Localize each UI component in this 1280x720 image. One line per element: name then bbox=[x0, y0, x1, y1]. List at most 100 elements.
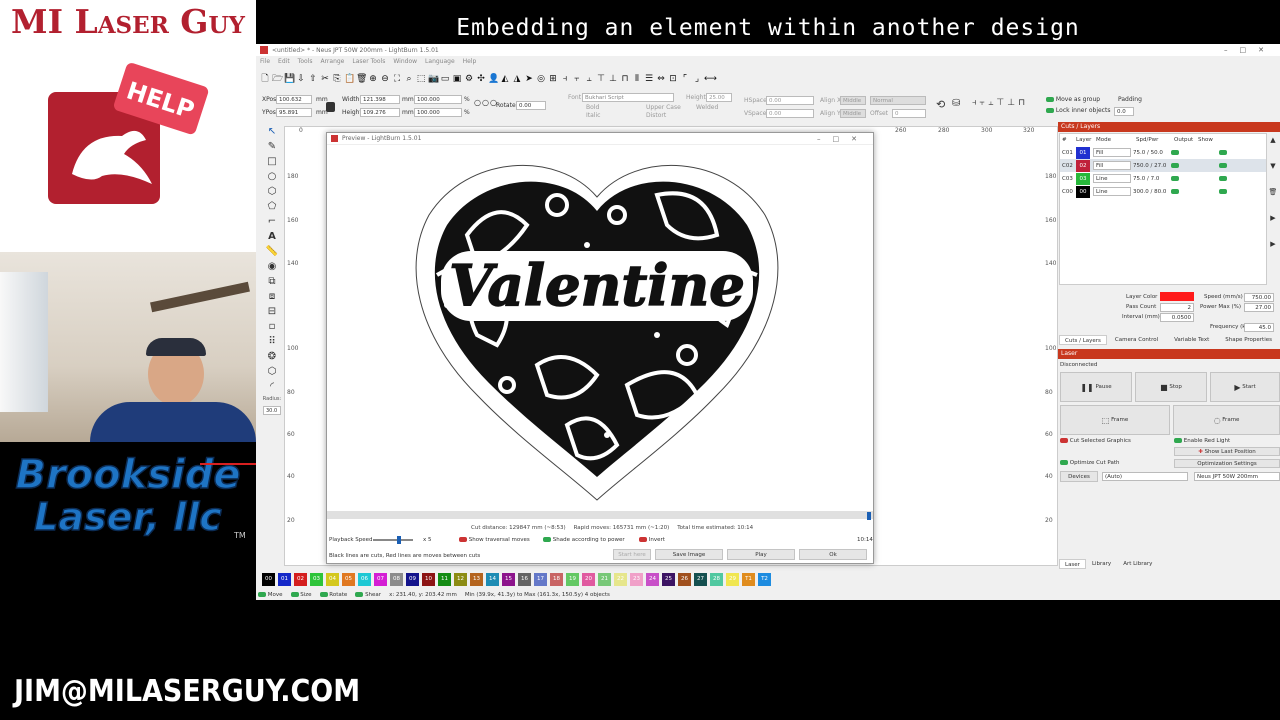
move-together-icon[interactable]: ⇔ bbox=[656, 74, 666, 84]
mirror-h-icon[interactable]: ◭ bbox=[500, 74, 510, 84]
frame-select-icon[interactable]: ⬚ bbox=[416, 74, 426, 84]
start-button[interactable]: ▶ Start bbox=[1210, 372, 1280, 402]
palette-swatch-19[interactable]: 19 bbox=[566, 573, 579, 586]
palette-swatch-24[interactable]: 24 bbox=[646, 573, 659, 586]
gear-icon[interactable]: ⚙ bbox=[464, 74, 474, 84]
show-toggle[interactable] bbox=[1219, 149, 1227, 155]
align-top-icon[interactable]: ⊤ bbox=[596, 74, 606, 84]
mode-select[interactable]: Fill bbox=[1093, 161, 1131, 170]
lock-inner-option[interactable]: Lock inner objects bbox=[1046, 107, 1110, 114]
mode-select[interactable]: Line bbox=[1093, 187, 1131, 196]
show-toggle[interactable] bbox=[1219, 162, 1227, 168]
vspace-input[interactable]: 0.00 bbox=[766, 109, 814, 118]
export-icon[interactable]: ⇧ bbox=[308, 74, 318, 84]
move-down-icon[interactable]: ▼ bbox=[1270, 162, 1275, 170]
palette-swatch-10[interactable]: 10 bbox=[422, 573, 435, 586]
menu-tools[interactable]: Tools bbox=[298, 58, 313, 68]
trash-icon[interactable]: 🗑 bbox=[1269, 188, 1278, 196]
palette-swatch-23[interactable]: 23 bbox=[630, 573, 643, 586]
open-file-icon[interactable]: 🗁 bbox=[272, 74, 283, 84]
tab-laser[interactable]: Laser bbox=[1059, 559, 1086, 569]
menu-laser-tools[interactable]: Laser Tools bbox=[352, 58, 385, 68]
import-icon[interactable]: ⇩ bbox=[296, 74, 306, 84]
palette-swatch-16[interactable]: 16 bbox=[518, 573, 531, 586]
palette-swatch-05[interactable]: 05 bbox=[342, 573, 355, 586]
ellipse-tool-icon[interactable]: ○ bbox=[268, 171, 277, 182]
tab-shape-properties[interactable]: Shape Properties bbox=[1217, 335, 1280, 345]
arrow-right-icon[interactable]: ▶ bbox=[1270, 214, 1275, 222]
aligny-select[interactable]: Middle bbox=[840, 109, 866, 118]
preview-progress-thumb[interactable] bbox=[867, 512, 871, 520]
tab-camera-control[interactable]: Camera Control bbox=[1107, 335, 1166, 345]
pass-count-input[interactable]: 2 bbox=[1160, 303, 1194, 312]
tab-cuts-layers[interactable]: Cuts / Layers bbox=[1059, 335, 1107, 345]
zoom-page-icon[interactable]: ⌕ bbox=[404, 74, 414, 84]
palette-swatch-15[interactable]: 15 bbox=[502, 573, 515, 586]
arrow-right2-icon[interactable]: ▶ bbox=[1270, 240, 1275, 248]
output-toggle[interactable] bbox=[1171, 175, 1179, 181]
status-move[interactable]: Move bbox=[258, 592, 283, 598]
optimize-cut-path-toggle[interactable]: Optimize Cut Path bbox=[1060, 460, 1119, 466]
zoom-in-icon[interactable]: ⊕ bbox=[368, 74, 378, 84]
move-group-option[interactable]: Move as group bbox=[1046, 96, 1100, 103]
playback-slider-thumb[interactable] bbox=[397, 536, 401, 544]
boolean-int-icon[interactable]: ⊟ bbox=[268, 306, 276, 317]
frame-circle-button[interactable]: ◌ Frame bbox=[1173, 405, 1280, 435]
bold-checkbox[interactable]: Bold bbox=[586, 104, 599, 111]
palette-swatch-28[interactable]: 28 bbox=[710, 573, 723, 586]
playback-slider[interactable] bbox=[373, 536, 413, 544]
save-icon[interactable]: 💾 bbox=[284, 74, 295, 84]
shade-power-toggle[interactable]: Shade according to power bbox=[543, 537, 625, 543]
device-select[interactable]: Neus JPT 50W 200mm bbox=[1194, 472, 1280, 481]
menu-edit[interactable]: Edit bbox=[278, 58, 290, 68]
devices-button[interactable]: Devices bbox=[1060, 471, 1098, 482]
rotate-input[interactable]: 0.00 bbox=[516, 101, 546, 110]
ypos-input[interactable]: 95.891 bbox=[276, 108, 312, 117]
show-toggle[interactable] bbox=[1219, 175, 1227, 181]
stop-button[interactable]: ■ Stop bbox=[1135, 372, 1207, 402]
tab-art-library[interactable]: Art Library bbox=[1117, 559, 1158, 569]
palette-swatch-27[interactable]: 27 bbox=[694, 573, 707, 586]
align-icon[interactable]: ⊞ bbox=[548, 74, 558, 84]
align-tools-icon[interactable]: ⫞⫟⫠⊤⊥⊓ bbox=[972, 98, 1028, 108]
small-box-icon[interactable]: ▫ bbox=[269, 321, 276, 332]
boolean-union-icon[interactable]: ⧉ bbox=[268, 276, 275, 287]
height-input[interactable]: 109.276 bbox=[360, 108, 400, 117]
tab-variable-text[interactable]: Variable Text bbox=[1166, 335, 1217, 345]
freq-input[interactable]: 45.0 bbox=[1244, 323, 1274, 332]
status-rotate[interactable]: Rotate bbox=[319, 592, 347, 598]
palette-swatch-09[interactable]: 09 bbox=[406, 573, 419, 586]
measure-icon[interactable]: ⟷ bbox=[704, 74, 717, 84]
distribute-h-icon[interactable]: ⦀ bbox=[632, 74, 642, 84]
show-toggle[interactable] bbox=[1219, 188, 1227, 194]
boolean-sub-icon[interactable]: ⧈ bbox=[269, 291, 275, 302]
corner-icon[interactable]: ⌜ bbox=[680, 74, 690, 84]
lock-icon[interactable] bbox=[326, 102, 335, 112]
palette-swatch-11[interactable]: 11 bbox=[438, 573, 451, 586]
zoom-out-icon[interactable]: ⊖ bbox=[380, 74, 390, 84]
layer-color-swatch[interactable] bbox=[1160, 292, 1194, 301]
width-input[interactable]: 121.398 bbox=[360, 95, 400, 104]
dock-icon[interactable]: ⊡ bbox=[668, 74, 678, 84]
interval-input[interactable]: 0.0500 bbox=[1160, 313, 1194, 322]
status-size[interactable]: Size bbox=[290, 592, 312, 598]
table-row[interactable]: C01 01 Fill 75.0 / 50.0 bbox=[1060, 146, 1266, 159]
paste-icon[interactable]: 📋 bbox=[344, 74, 355, 84]
palette-swatch-00[interactable]: 00 bbox=[262, 573, 275, 586]
scale-h-input[interactable]: 100.000 bbox=[414, 108, 462, 117]
anchor-grid-icon[interactable]: ○○○ bbox=[474, 98, 498, 107]
palette-swatch-04[interactable]: 04 bbox=[326, 573, 339, 586]
xpos-input[interactable]: 100.632 bbox=[276, 95, 312, 104]
corner2-icon[interactable]: ⌟ bbox=[692, 74, 702, 84]
monitor-icon[interactable]: ▭ bbox=[440, 74, 450, 84]
output-toggle[interactable] bbox=[1171, 149, 1179, 155]
tab-tool-icon[interactable]: ⬡ bbox=[268, 366, 277, 377]
invert-toggle[interactable]: Invert bbox=[639, 537, 665, 543]
offset-input[interactable]: 0 bbox=[892, 109, 926, 118]
hspace-input[interactable]: 0.00 bbox=[766, 96, 814, 105]
palette-swatch-21[interactable]: 21 bbox=[598, 573, 611, 586]
align-bottom-icon[interactable]: ⊓ bbox=[620, 74, 630, 84]
window-controls[interactable]: –□✕ bbox=[1224, 46, 1280, 54]
select-tool-icon[interactable]: ↖ bbox=[268, 126, 276, 137]
palette-swatch-T1[interactable]: T1 bbox=[742, 573, 755, 586]
